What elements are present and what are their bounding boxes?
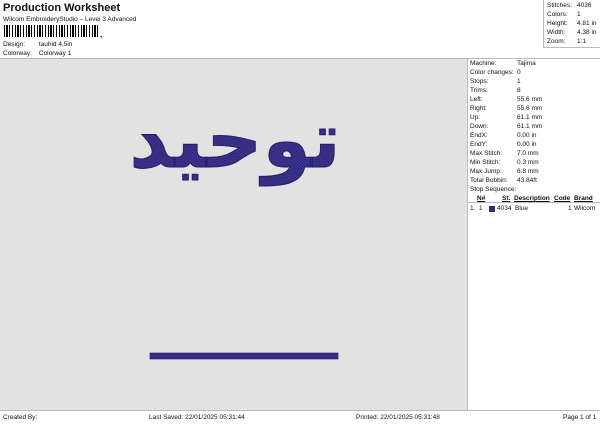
- info-value: 0.00 in: [517, 141, 537, 148]
- stop-index: 1.: [470, 205, 476, 212]
- info-value: 61.1 mm: [517, 114, 543, 121]
- stitch-count: 4034: [497, 205, 512, 212]
- info-label: Max Jump:: [470, 168, 502, 175]
- worksheet-header: Production Worksheet Wilcom EmbroiderySt…: [0, 0, 600, 58]
- stat-row: Width: 4.38 in: [547, 29, 600, 36]
- info-label: Right:: [470, 105, 487, 112]
- info-row: Stops: 1: [470, 78, 600, 85]
- info-label: Min Stitch:: [470, 159, 501, 166]
- stat-value: 4.81 in: [577, 20, 597, 27]
- info-label: Total Bobbin:: [470, 177, 508, 184]
- col-header-n: N#: [477, 195, 486, 202]
- info-row: Max Stitch: 7.0 mm: [470, 150, 600, 157]
- info-row: Left: 55.6 mm: [470, 96, 600, 103]
- info-row: Color changes: 0: [470, 69, 600, 76]
- info-row: Max Jump: 6.8 mm: [470, 168, 600, 175]
- stat-label: Stitches:: [547, 2, 572, 9]
- info-row: Right: 55.6 mm: [470, 105, 600, 112]
- barcode: [4, 25, 100, 37]
- stat-value: 4036: [577, 2, 592, 9]
- stop-sequence-label: Stop Sequence:: [470, 186, 517, 193]
- last-saved: Last Saved: 22/01/2025 05:31:44: [149, 414, 245, 421]
- page-number: Page 1 of 1: [563, 414, 597, 421]
- stat-label: Colors:: [547, 11, 568, 18]
- info-row: Up: 61.1 mm: [470, 114, 600, 121]
- info-row: Min Stitch: 0.3 mm: [470, 159, 600, 166]
- info-row: Total Bobbin: 43.84ft: [470, 177, 600, 184]
- stat-row: Stitches: 4036: [547, 2, 600, 9]
- info-value: 43.84ft: [517, 177, 537, 184]
- thread-code: 1: [568, 205, 572, 212]
- software-subtitle: Wilcom EmbroideryStudio – Level 3 Advanc…: [3, 16, 137, 23]
- table-row: 1. 1 4034 Blue 1 Wilcom: [468, 204, 600, 213]
- col-header-brand: Brand: [574, 195, 593, 202]
- colorway-row: Colorway: Colorway 1: [3, 50, 71, 57]
- info-row: Trims: 8: [470, 87, 600, 94]
- stat-value: 4.38 in: [577, 29, 597, 36]
- page-title: Production Worksheet: [3, 2, 121, 14]
- stop-sequence-header: N# St. Description Code Brand: [468, 194, 600, 203]
- stat-label: Height:: [547, 20, 568, 27]
- info-value: 0.00 in: [517, 132, 537, 139]
- machine-info-panel: Machine: Tajima Color changes: 0 Stops: 1 T…: [468, 58, 600, 410]
- info-label: Left:: [470, 96, 483, 103]
- stat-value: 1:1: [577, 38, 587, 45]
- info-label: Trims:: [470, 87, 488, 94]
- design-value: tauhid 4,5in: [38, 41, 73, 48]
- info-value: Tajima: [517, 60, 536, 67]
- info-value: 8: [517, 87, 521, 94]
- stat-row: Height: 4.81 in: [547, 20, 600, 27]
- info-value: 0.3 mm: [517, 159, 539, 166]
- col-header-stitches: St.: [502, 195, 511, 202]
- col-header-code: Code: [554, 195, 571, 202]
- design-row: Design: tauhid 4,5in: [3, 41, 72, 48]
- info-value: 7.0 mm: [517, 150, 539, 157]
- info-label: EndX:: [470, 132, 488, 139]
- thread-color-swatch: [489, 206, 495, 212]
- info-value: 55.6 mm: [517, 96, 543, 103]
- created-by: Created By:: [3, 414, 38, 421]
- stat-label: Zoom:: [547, 38, 566, 45]
- info-label: Machine:: [470, 60, 497, 67]
- info-label: Color changes:: [470, 69, 514, 76]
- colorway-value: Colorway 1: [38, 50, 72, 57]
- design-preview: توحيد: [0, 58, 468, 410]
- design-text: توحيد: [129, 96, 340, 186]
- thread-description: Blue: [515, 205, 529, 212]
- info-row: Machine: Tajima: [470, 60, 600, 67]
- stat-value: 1: [577, 11, 581, 18]
- embroidery-artwork: توحيد: [129, 96, 341, 360]
- info-value: 6.8 mm: [517, 168, 539, 175]
- needle-number: 1: [479, 205, 483, 212]
- stat-row: Colors: 1: [547, 11, 600, 18]
- worksheet-footer: Created By: Last Saved: 22/01/2025 05:31…: [0, 410, 600, 424]
- info-row: EndX: 0.00 in: [470, 132, 600, 139]
- info-value: 61.1 mm: [517, 123, 543, 130]
- design-label: Design:: [3, 41, 26, 48]
- info-value: 55.6 mm: [517, 105, 543, 112]
- info-label: Stops:: [470, 78, 489, 85]
- stat-row: Zoom: 1:1: [547, 38, 600, 45]
- barcode-mark: ,: [100, 30, 103, 39]
- info-label: EndY:: [470, 141, 488, 148]
- info-value: 0: [517, 69, 521, 76]
- info-label: Max Stitch:: [470, 150, 503, 157]
- info-value: 1: [517, 78, 521, 85]
- thread-brand: Wilcom: [574, 205, 596, 212]
- stats-box: Stitches: 4036 Colors: 1 Height: 4.81 in Wi…: [543, 0, 600, 48]
- colorway-label: Colorway:: [3, 50, 32, 57]
- info-label: Down:: [470, 123, 489, 130]
- underline-stroke: [149, 352, 339, 360]
- info-label: Up:: [470, 114, 481, 121]
- info-row: EndY: 0.00 in: [470, 141, 600, 148]
- info-row: Down: 61.1 mm: [470, 123, 600, 130]
- printed-date: Printed: 22/01/2025 05:31:48: [356, 414, 440, 421]
- stat-label: Width:: [547, 29, 566, 36]
- col-header-description: Description: [514, 195, 550, 202]
